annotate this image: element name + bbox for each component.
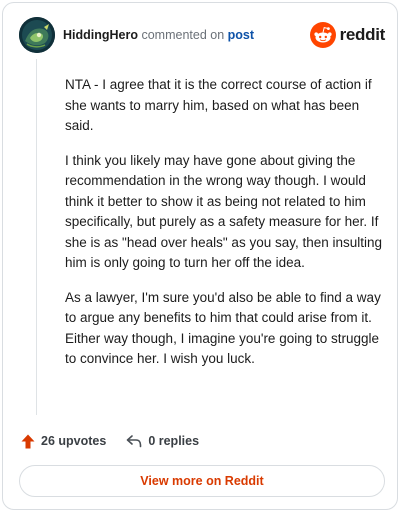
view-more-on-reddit-button[interactable]: View more on Reddit bbox=[19, 465, 385, 497]
comment-paragraph: I think you likely may have gone about g… bbox=[65, 152, 383, 271]
reply-button[interactable]: 0 replies bbox=[126, 434, 199, 448]
post-link[interactable]: post bbox=[228, 28, 254, 42]
reddit-wordmark: reddit bbox=[339, 25, 386, 44]
reply-arrow-icon bbox=[127, 435, 142, 448]
comment-embed-card: HiddingHero commented on post reddit NTA… bbox=[2, 2, 398, 510]
comment-paragraph: As a lawyer, I'm sure you'd also be able… bbox=[65, 289, 381, 367]
comment-actions: 26 upvotes 0 replies bbox=[21, 431, 219, 451]
upvote-button[interactable]: 26 upvotes bbox=[21, 434, 106, 449]
commented-on-text: commented on bbox=[141, 28, 225, 42]
reply-count: 0 replies bbox=[148, 434, 200, 448]
reddit-snoo-icon bbox=[309, 22, 336, 48]
avatar[interactable] bbox=[19, 17, 55, 53]
author-line: HiddingHero commented on post bbox=[63, 27, 254, 43]
comment-body: NTA - I agree that it is the correct cou… bbox=[65, 75, 383, 384]
thread-line bbox=[36, 59, 37, 415]
upvote-count: 26 upvotes bbox=[41, 434, 107, 448]
author-link[interactable]: HiddingHero bbox=[63, 28, 138, 42]
upvote-arrow-icon bbox=[21, 434, 35, 448]
comment-paragraph: NTA - I agree that it is the correct cou… bbox=[65, 77, 372, 133]
avatar-image bbox=[19, 17, 55, 53]
reddit-logo[interactable]: reddit bbox=[309, 19, 386, 51]
comment-header: HiddingHero commented on post reddit bbox=[17, 15, 387, 59]
